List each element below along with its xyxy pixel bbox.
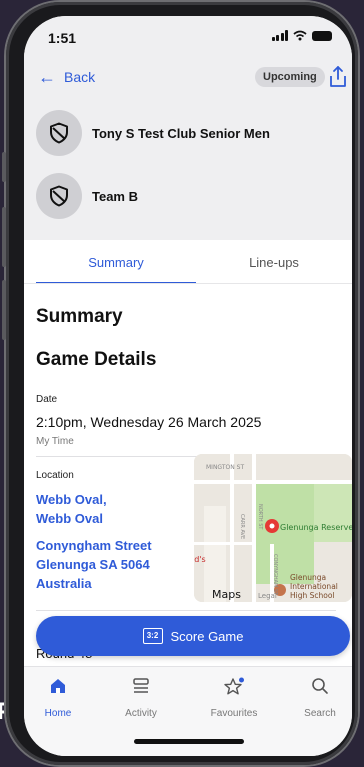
tab-line-ups[interactable]: Line-ups [194, 240, 352, 284]
map-graphic: MINGTON ST CARR AVE NORTH ST CONYNGHAM S… [194, 454, 352, 602]
tab-search[interactable]: Search [285, 677, 352, 719]
score-game-label: Score Game [170, 628, 244, 644]
address-line: Conyngham Street [36, 538, 152, 553]
share-icon[interactable] [328, 64, 348, 90]
tab-label: Activity [125, 708, 157, 719]
date-label: Date [36, 394, 58, 405]
location-map[interactable]: MINGTON ST CARR AVE NORTH ST CONYNGHAM S… [194, 454, 352, 602]
address-line: Glenunga SA 5064 [36, 557, 150, 572]
venue-line: Webb Oval, [36, 492, 107, 507]
team-logo [36, 173, 82, 219]
address-link[interactable]: Conyngham Street Glenunga SA 5064 Austra… [36, 536, 152, 593]
back-button[interactable]: ← Back [38, 67, 96, 87]
tab-label: Favourites [210, 708, 258, 719]
date-value: 2:10pm, Wednesday 26 March 2025 [36, 414, 262, 430]
game-details-heading: Game Details [36, 349, 157, 370]
battery-icon [312, 30, 332, 41]
map-street-label: CARR AVE [239, 514, 245, 539]
search-icon [312, 678, 328, 694]
summary-heading: Summary [36, 306, 123, 327]
tab-label: Search [304, 708, 336, 719]
wifi-icon [293, 30, 307, 41]
back-arrow-icon: ← [38, 67, 56, 87]
back-label: Back [64, 69, 96, 85]
phone-volume-button [2, 207, 6, 267]
team-logo [36, 110, 82, 156]
status-time: 1:51 [48, 30, 77, 46]
star-icon [224, 677, 244, 695]
tab-favourites[interactable]: Favourites [199, 677, 269, 719]
team-row[interactable]: Team B [36, 173, 138, 219]
map-school-label: International [290, 582, 338, 591]
map-street-label: CONYNGHAM ST [272, 554, 278, 596]
team-name: Team B [92, 188, 138, 204]
tab-activity[interactable]: Activity [106, 677, 176, 719]
venue-link[interactable]: Webb Oval, Webb Oval [36, 490, 107, 528]
team-name: Tony S Test Club Senior Men [92, 125, 270, 141]
app-screen: 1:51 ← Back Upcoming Tony S Test Club Se… [24, 16, 352, 756]
phone-side-button [2, 152, 6, 182]
tab-home[interactable]: Home [24, 677, 93, 719]
phone-frame: 1:51 ← Back Upcoming Tony S Test Club Se… [2, 2, 358, 765]
map-school-label: Glenunga [290, 573, 326, 582]
tabs-divider [24, 283, 352, 284]
score-game-button[interactable]: 3:2 Score Game [36, 616, 350, 656]
phone-volume-button [2, 280, 6, 340]
status-icons [271, 30, 332, 41]
map-street-label: NORTH ST [257, 504, 263, 530]
map-brand-label: Maps [212, 588, 241, 601]
map-reserve-label: Glenunga Reserve [280, 523, 352, 532]
tab-label: Home [44, 708, 72, 719]
team-row[interactable]: Tony S Test Club Senior Men [36, 110, 270, 156]
home-icon [51, 679, 65, 693]
home-indicator[interactable] [134, 739, 244, 744]
shield-icon [50, 185, 68, 207]
address-line: Australia [36, 576, 92, 591]
tab-summary[interactable]: Summary [36, 240, 196, 284]
map-poi-label: ld's [194, 555, 206, 564]
signal-icon [271, 30, 288, 41]
activity-icon [133, 678, 149, 693]
map-street-label: MINGTON ST [206, 464, 244, 471]
shield-icon [50, 122, 68, 144]
time-note: My Time [36, 436, 74, 447]
venue-line: Webb Oval [36, 511, 103, 526]
status-badge: Upcoming [255, 67, 325, 87]
location-label: Location [36, 470, 74, 481]
map-school-label: High School [290, 591, 335, 600]
map-legal-label: Legal [258, 592, 277, 600]
divider [36, 610, 336, 611]
tab-bar-top: Summary Line-ups [24, 240, 352, 284]
scoreboard-icon: 3:2 [142, 628, 163, 644]
